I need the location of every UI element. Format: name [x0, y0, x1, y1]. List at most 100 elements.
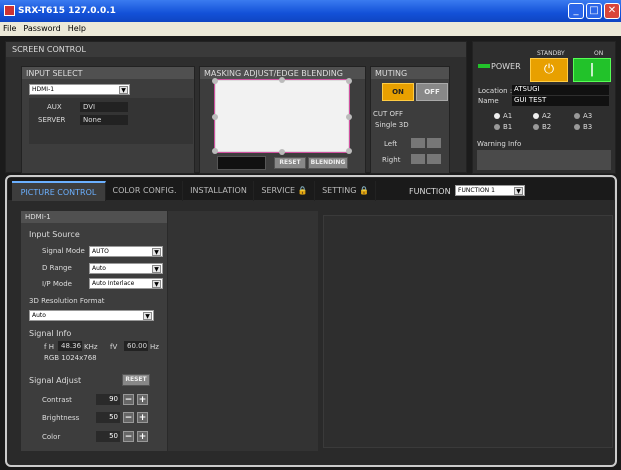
preview-area: [323, 215, 613, 448]
left-cutoff-off[interactable]: [427, 138, 441, 148]
right-label: Right: [382, 156, 401, 164]
ip-mode-value: Auto Interlace: [92, 280, 135, 287]
window-title: SRX-T615 127.0.0.1: [18, 6, 116, 16]
color-label: Color: [42, 433, 61, 441]
tab-installation[interactable]: INSTALLATION: [184, 181, 254, 201]
lamp-b1-icon: [494, 124, 500, 130]
lamp-a2-icon: [533, 113, 539, 119]
lamp-a1-icon: [494, 113, 500, 119]
function-dropdown[interactable]: FUNCTION 1 ▼: [455, 185, 525, 196]
input-header: HDMI-1: [21, 211, 167, 223]
right-cutoff-off[interactable]: [427, 154, 441, 164]
khz-label: KHz: [84, 343, 98, 351]
color-value[interactable]: 50: [96, 431, 120, 442]
masking-preview[interactable]: [215, 80, 349, 152]
lock-icon: 🔒: [358, 186, 369, 195]
location-label: Location :: [478, 87, 513, 95]
signal-mode-select[interactable]: AUTO ▼: [89, 246, 163, 257]
single3d-label: Single 3D: [375, 121, 409, 129]
tab-picture-control[interactable]: PICTURE CONTROL: [12, 181, 106, 201]
lamp-b2-icon: [533, 124, 539, 130]
contrast-plus-button[interactable]: +: [137, 394, 148, 405]
power-icon: ⏻: [543, 62, 555, 77]
muting-header: MUTING: [371, 67, 449, 79]
corner-handle[interactable]: [346, 148, 352, 154]
on-label: ON: [594, 50, 604, 57]
warning-info-box: [477, 150, 611, 170]
minimize-button[interactable]: _: [568, 3, 584, 19]
screen-control-title: SCREEN CONTROL: [6, 42, 466, 57]
tab-service[interactable]: SERVICE 🔒: [255, 181, 315, 201]
location-value: ATSUGI: [512, 85, 609, 95]
standby-button[interactable]: ⏻: [530, 58, 568, 82]
edge-handle[interactable]: [279, 149, 285, 155]
input-select-dropdown[interactable]: HDMI-1 ▼: [29, 84, 130, 95]
maximize-button[interactable]: □: [586, 3, 602, 19]
power-indicator: [478, 64, 490, 68]
res-format-select[interactable]: Auto ▼: [29, 310, 154, 321]
lamp-a1-label: A1: [503, 112, 513, 120]
tab-setting[interactable]: SETTING 🔒: [316, 181, 376, 201]
close-button[interactable]: ✕: [604, 3, 620, 19]
masking-value-display: [217, 156, 266, 170]
tab-setting-label: SETTING: [322, 186, 357, 195]
corner-handle[interactable]: [212, 148, 218, 154]
edge-handle[interactable]: [346, 114, 352, 120]
lamp-b2-label: B2: [542, 123, 552, 131]
name-value: GUI TEST: [512, 96, 609, 106]
menu-file[interactable]: File: [3, 24, 16, 33]
chevron-down-icon: ▼: [152, 265, 161, 273]
edge-handle[interactable]: [279, 77, 285, 83]
chevron-down-icon: ▼: [514, 187, 523, 195]
lamp-b1-label: B1: [503, 123, 513, 131]
chevron-down-icon: ▼: [119, 86, 128, 94]
contrast-label: Contrast: [42, 396, 72, 404]
brightness-value[interactable]: 50: [96, 412, 120, 423]
tab-color-config[interactable]: COLOR CONFIG.: [107, 181, 183, 201]
warning-info-label: Warning Info: [477, 140, 522, 148]
contrast-value[interactable]: 90: [96, 394, 120, 405]
chevron-down-icon: ▼: [152, 248, 161, 256]
edge-handle[interactable]: [212, 114, 218, 120]
left-cutoff-on[interactable]: [411, 138, 425, 148]
chevron-down-icon: ▼: [152, 280, 161, 288]
color-minus-button[interactable]: −: [123, 431, 134, 442]
mute-off-button[interactable]: OFF: [416, 83, 448, 101]
cutoff-label: CUT OFF: [373, 110, 404, 118]
server-label: SERVER: [38, 116, 66, 124]
input-select-value: HDMI-1: [32, 86, 55, 93]
menu-password[interactable]: Password: [23, 24, 60, 33]
menu-help[interactable]: Help: [68, 24, 86, 33]
masking-reset-button[interactable]: RESET: [274, 157, 306, 169]
power-label: POWER: [491, 62, 521, 71]
lamp-a2-label: A2: [542, 112, 552, 120]
chevron-down-icon: ▼: [143, 312, 152, 320]
aux-label: AUX: [47, 103, 62, 111]
res-format-label: 3D Resolution Format: [29, 297, 105, 305]
fv-label: fV: [110, 343, 118, 351]
server-value: None: [80, 115, 128, 125]
middle-panel: [168, 211, 318, 451]
corner-handle[interactable]: [212, 78, 218, 84]
d-range-select[interactable]: Auto ▼: [89, 263, 163, 274]
mute-on-button[interactable]: ON: [382, 83, 414, 101]
ip-mode-select[interactable]: Auto Interlace ▼: [89, 278, 163, 289]
app-icon: [4, 5, 15, 16]
menu-bar: File Password Help: [0, 22, 621, 36]
left-label: Left: [384, 140, 398, 148]
corner-handle[interactable]: [346, 78, 352, 84]
contrast-minus-button[interactable]: −: [123, 394, 134, 405]
power-on-button[interactable]: |: [573, 58, 611, 82]
right-cutoff-on[interactable]: [411, 154, 425, 164]
brightness-plus-button[interactable]: +: [137, 412, 148, 423]
signal-reset-button[interactable]: RESET: [122, 374, 150, 386]
brightness-minus-button[interactable]: −: [123, 412, 134, 423]
function-label: FUNCTION: [409, 187, 451, 196]
blending-button[interactable]: BLENDING: [308, 157, 348, 169]
input-source-label: Input Source: [29, 230, 80, 239]
res-format-value: Auto: [32, 312, 46, 319]
lamp-a3-label: A3: [583, 112, 593, 120]
name-label: Name: [478, 97, 499, 105]
fh-label: f H: [44, 343, 54, 351]
color-plus-button[interactable]: +: [137, 431, 148, 442]
